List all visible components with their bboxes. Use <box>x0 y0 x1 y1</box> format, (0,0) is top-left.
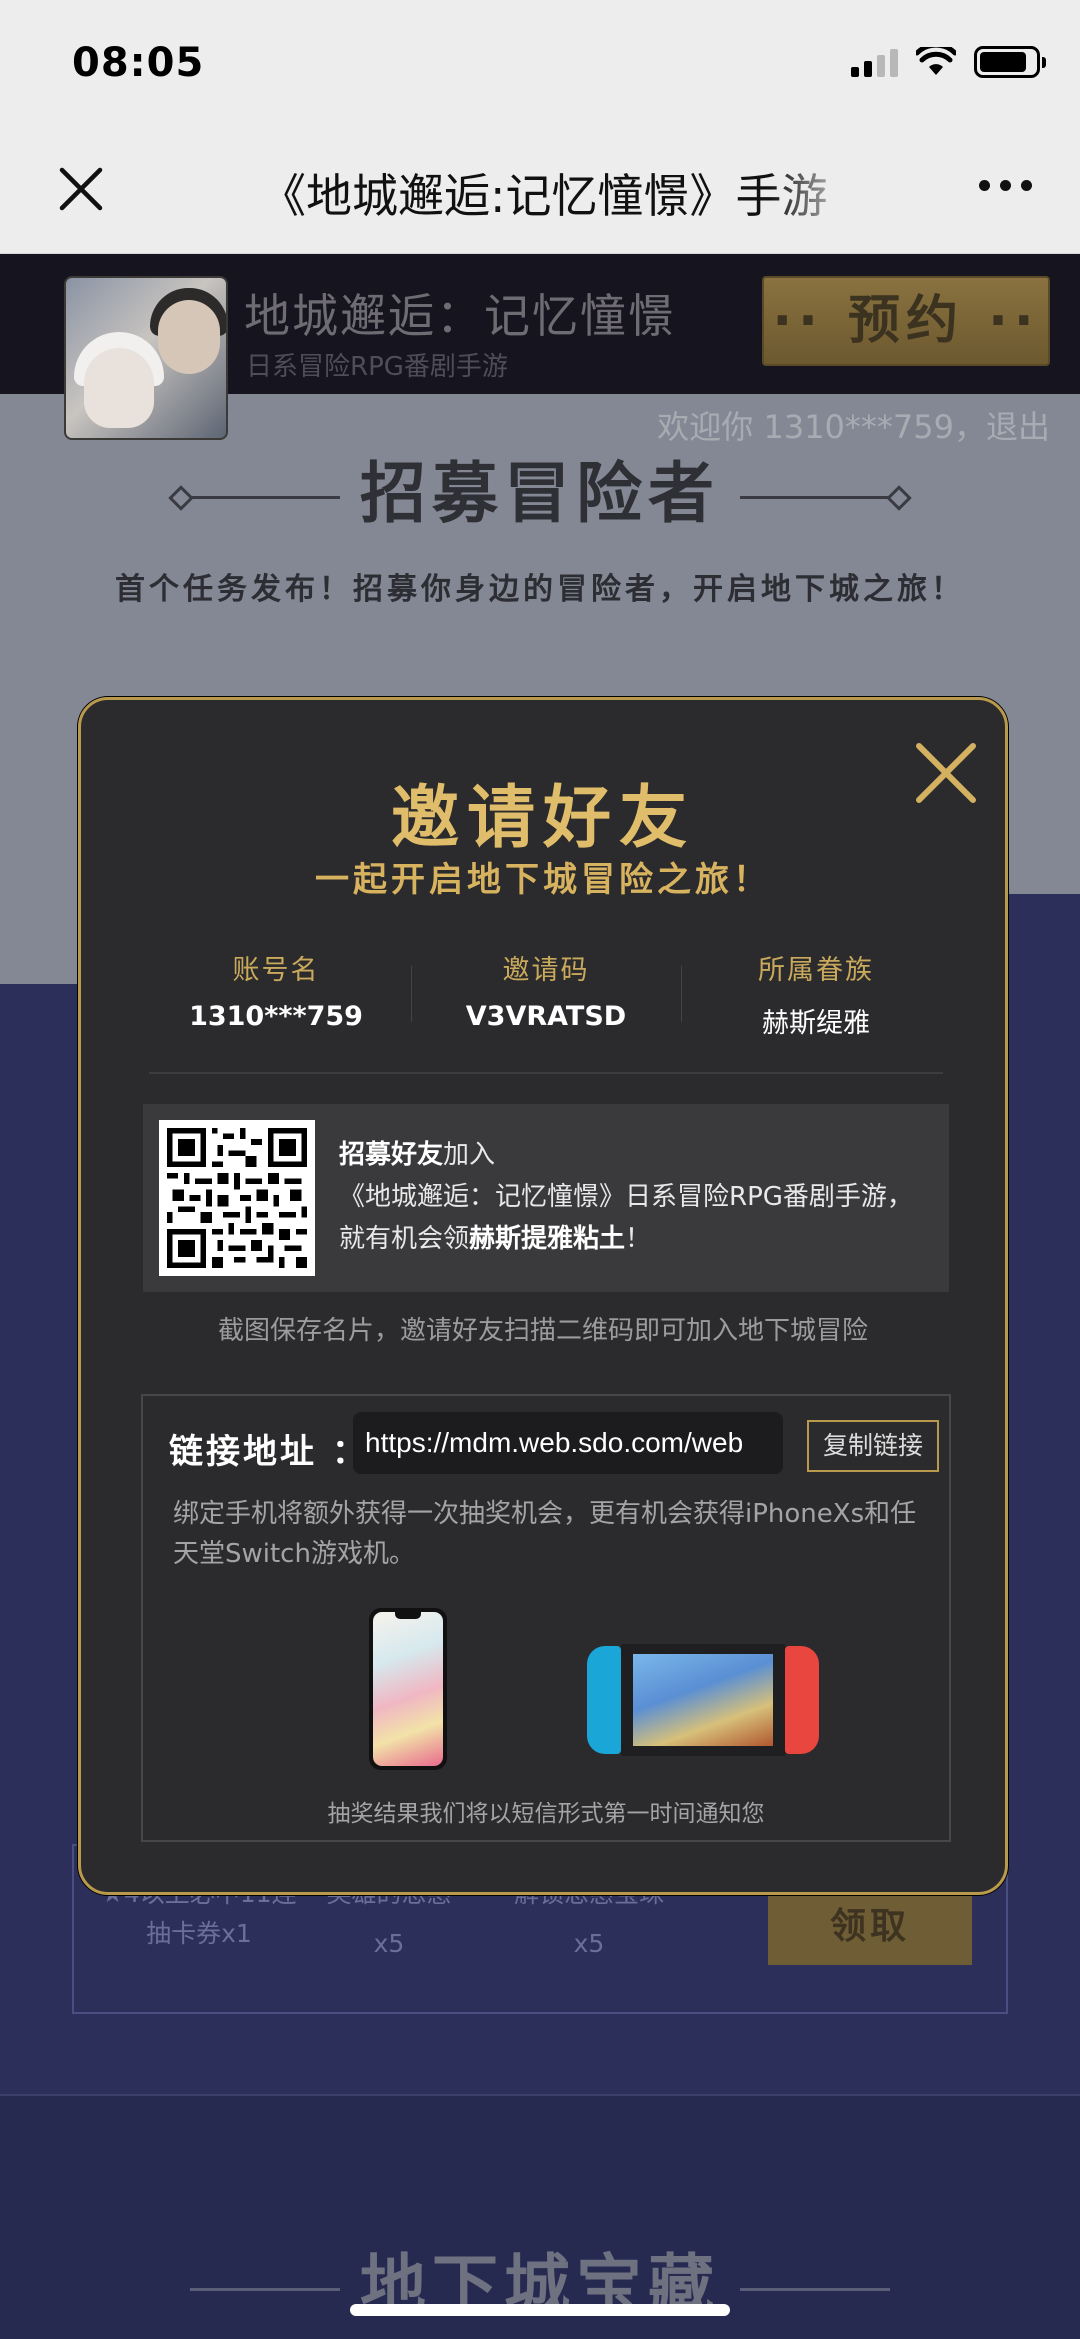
account-label: 账号名 <box>232 955 320 986</box>
qr-description: 招募好友加入 《地城邂逅：记忆憧憬》日系冒险RPG番剧手游， 就有机会领赫斯提雅… <box>339 1134 913 1260</box>
family-label: 所属眷族 <box>758 955 874 986</box>
banner-game-sub: 日系冒险RPG番剧手游 <box>246 352 508 382</box>
account-info: 账号名 1310***759 邀请码 V3VRATSD 所属眷族 赫斯缇雅 <box>141 948 951 1039</box>
modal-subtitle: 一起开启地下城冒险之旅！ <box>315 860 771 900</box>
link-label: 链接地址 ： <box>169 1432 369 1472</box>
qr-bold1: 招募好友 <box>339 1140 444 1170</box>
qr-text3: 就有机会领 <box>339 1224 470 1254</box>
draw-note: 抽奖结果我们将以短信形式第一时间通知您 <box>327 1801 765 1827</box>
link-panel: 链接地址 ： 复制链接 绑定手机将额外获得一次抽奖机会，更有机会获得iPhone… <box>141 1394 951 1842</box>
battery-icon <box>974 46 1046 78</box>
invite-modal: 邀请好友 一起开启地下城冒险之旅！ 账号名 1310***759 邀请码 V3V… <box>78 697 1008 1895</box>
close-icon[interactable] <box>54 162 108 216</box>
game-banner: 地城邂逅：记忆憧憬 日系冒险RPG番剧手游 ·· 预约 ·· <box>0 254 1080 440</box>
recruit-title-text: 招募冒险者 <box>360 455 720 532</box>
qr-panel: 招募好友加入 《地城邂逅：记忆憧憬》日系冒险RPG番剧手游， 就有机会领赫斯提雅… <box>143 1104 949 1292</box>
claim-button[interactable]: 领取 <box>768 1889 972 1965</box>
status-bar: 08:05 <box>0 0 1080 132</box>
qr-code-icon <box>159 1120 315 1276</box>
reserve-button[interactable]: ·· 预约 ·· <box>762 276 1050 366</box>
link-description: 绑定手机将额外获得一次抽奖机会，更有机会获得iPhoneXs和任天堂Switch… <box>173 1499 917 1569</box>
game-thumbnail <box>64 276 228 440</box>
banner-game-name: 地城邂逅：记忆憧憬 <box>244 289 676 343</box>
recruit-title: 招募冒险者 <box>0 440 1080 536</box>
save-hint: 截图保存名片，邀请好友扫描二维码即可加入地下城冒险 <box>217 1316 868 1346</box>
status-time: 08:05 <box>72 40 205 86</box>
account-col: 账号名 1310***759 <box>141 948 411 1032</box>
nav-title: 《地城邂逅:记忆憧憬》手游 <box>260 169 828 223</box>
more-icon[interactable] <box>979 180 1032 191</box>
invite-code-label: 邀请码 <box>502 955 590 986</box>
qr-bold3: 赫斯提雅粘土 <box>469 1224 626 1254</box>
qr-end3: ！ <box>625 1224 652 1254</box>
recruit-desc: 首个任务发布！招募你身边的冒险者，开启地下城之旅！ <box>115 572 965 607</box>
link-url-field[interactable] <box>353 1412 783 1474</box>
status-icons <box>851 46 1046 78</box>
qr-text1: 加入 <box>443 1140 496 1170</box>
divider <box>149 1072 943 1074</box>
modal-title: 邀请好友 <box>390 779 695 858</box>
signal-icon <box>851 47 898 77</box>
qr-line2: 《地城邂逅：记忆憧憬》日系冒险RPG番剧手游， <box>339 1182 913 1212</box>
reward-orb-count: x5 <box>573 1929 605 1958</box>
wifi-icon <box>916 47 956 75</box>
account-value: 1310***759 <box>189 1001 363 1032</box>
switch-image <box>587 1644 819 1756</box>
invite-code-col: 邀请码 V3VRATSD <box>411 948 681 1032</box>
family-value: 赫斯缇雅 <box>762 1008 870 1039</box>
home-indicator <box>350 2304 730 2316</box>
invite-code-value: V3VRATSD <box>465 1001 627 1032</box>
family-col: 所属眷族 赫斯缇雅 <box>681 948 951 1039</box>
iphone-image <box>369 1608 447 1770</box>
nav-bar: 《地城邂逅:记忆憧憬》手游 <box>0 132 1080 254</box>
copy-link-button[interactable]: 复制链接 <box>807 1420 939 1472</box>
